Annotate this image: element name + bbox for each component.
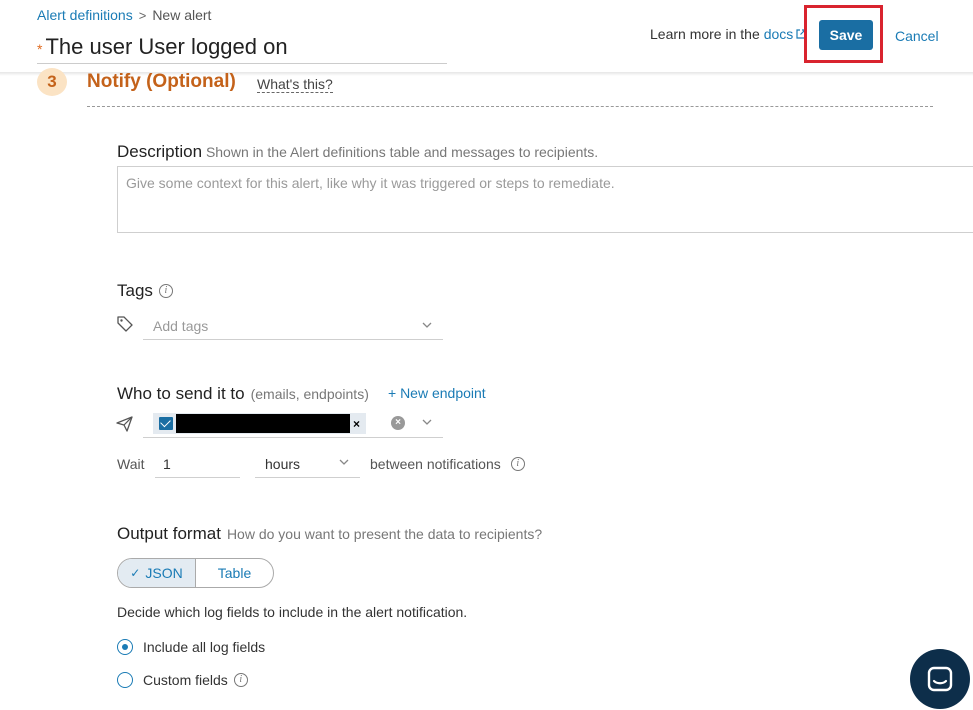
cancel-button[interactable]: Cancel xyxy=(895,28,939,44)
tags-label-row: Tags i xyxy=(117,281,173,301)
between-label: between notifications xyxy=(370,456,501,472)
chevron-down-icon[interactable] xyxy=(421,319,433,331)
learn-more: Learn more in the docs xyxy=(650,26,806,42)
chevron-down-icon[interactable] xyxy=(338,456,350,468)
radio-include-all[interactable]: Include all log fields xyxy=(117,639,265,655)
required-mark: * xyxy=(37,41,43,57)
tag-icon xyxy=(117,316,133,332)
output-label: Output format xyxy=(117,524,221,543)
info-icon[interactable]: i xyxy=(510,457,525,471)
tags-input[interactable]: Add tags xyxy=(143,313,443,340)
step-divider xyxy=(87,106,933,107)
output-label-row: Output format How do you want to present… xyxy=(117,524,542,544)
format-table-label: Table xyxy=(217,565,252,581)
format-table-button[interactable]: Table xyxy=(196,559,273,587)
chip-remove-button[interactable]: × xyxy=(353,417,360,431)
breadcrumb: Alert definitions > New alert xyxy=(37,7,211,23)
between-notifications: between notifications i xyxy=(370,456,525,472)
mail-icon xyxy=(159,417,173,430)
wait-unit-value: hours xyxy=(265,455,301,472)
check-icon: ✓ xyxy=(130,566,141,580)
redacted-recipient xyxy=(176,414,350,433)
paper-plane-icon xyxy=(116,416,133,432)
output-hint: How do you want to present the data to r… xyxy=(226,526,543,542)
step-number: 3 xyxy=(37,68,67,96)
breadcrumb-current: New alert xyxy=(152,7,212,23)
recipient-chip: × xyxy=(153,413,366,434)
description-hint: Shown in the Alert definitions table and… xyxy=(205,144,599,160)
learn-more-text: Learn more in the xyxy=(650,26,760,42)
info-icon[interactable]: i xyxy=(233,673,248,687)
chat-icon xyxy=(927,666,953,692)
save-button[interactable]: Save xyxy=(819,20,873,50)
recipients-input[interactable]: × × xyxy=(143,410,443,438)
radio-button[interactable] xyxy=(117,672,133,688)
chevron-right-icon: > xyxy=(138,7,147,23)
wait-label: Wait xyxy=(117,456,145,472)
output-format-toggle: ✓ JSON Table xyxy=(117,558,274,588)
radio-include-all-label: Include all log fields xyxy=(143,639,266,655)
send-hint: (emails, endpoints) xyxy=(250,386,369,402)
radio-button-checked[interactable] xyxy=(117,639,133,655)
tags-placeholder: Add tags xyxy=(153,318,209,334)
chat-button[interactable] xyxy=(910,649,970,709)
tags-label: Tags xyxy=(117,281,153,300)
format-json-label: JSON xyxy=(145,565,183,581)
breadcrumb-alert-definitions[interactable]: Alert definitions xyxy=(37,7,133,23)
format-json-button[interactable]: ✓ JSON xyxy=(118,559,196,587)
description-label-row: Description Shown in the Alert definitio… xyxy=(117,142,598,162)
decide-text: Decide which log fields to include in th… xyxy=(117,604,468,620)
docs-link[interactable]: docs xyxy=(764,26,794,42)
wait-unit-select[interactable]: hours xyxy=(255,450,360,478)
whats-this-link[interactable]: What's this? xyxy=(257,76,333,93)
radio-custom-fields[interactable]: Custom fields i xyxy=(117,672,248,688)
wait-value-input[interactable] xyxy=(155,450,240,478)
info-icon[interactable]: i xyxy=(158,284,173,298)
alert-title-field[interactable]: * The user User logged on xyxy=(37,34,447,64)
step-title: Notify (Optional) xyxy=(87,71,236,92)
clear-icon[interactable]: × xyxy=(391,416,405,430)
description-input[interactable] xyxy=(117,166,973,233)
chevron-down-icon[interactable] xyxy=(421,416,433,428)
description-label: Description xyxy=(117,142,203,161)
new-endpoint-link[interactable]: + New endpoint xyxy=(388,385,486,401)
send-label-row: Who to send it to (emails, endpoints) xyxy=(117,384,369,404)
radio-custom-label: Custom fields xyxy=(143,672,228,688)
alert-title[interactable]: The user User logged on xyxy=(45,34,287,60)
send-label: Who to send it to xyxy=(117,384,245,403)
